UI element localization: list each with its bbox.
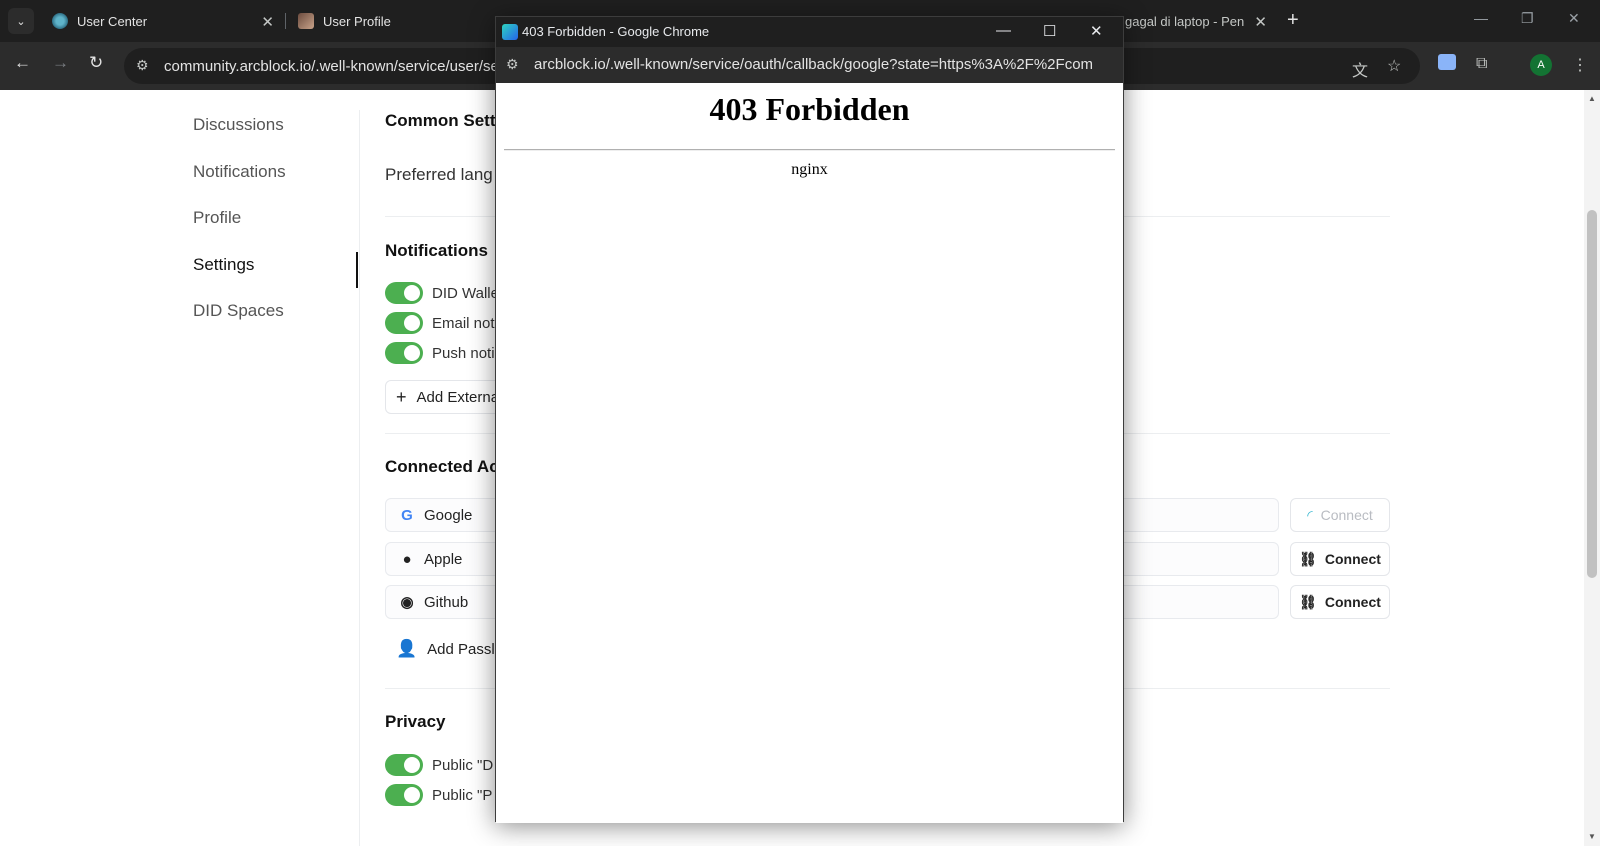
sidebar-item-notifications[interactable]: Notifications [193,162,286,182]
close-tab-icon[interactable]: ✕ [1254,13,1267,31]
reload-icon[interactable]: ↻ [89,53,103,73]
translate-icon[interactable]: 文 [1352,57,1368,81]
account-name: Github [424,593,469,611]
tab-title: User Profile [323,13,391,29]
forward-arrow-icon[interactable]: → [52,53,69,73]
site-info-icon[interactable]: ⚙ [506,56,519,73]
sidebar-item-profile[interactable]: Profile [193,208,241,228]
extensions-puzzle-icon[interactable]: ⧉ [1476,55,1487,73]
google-connect-button[interactable]: ◜ Connect [1290,498,1390,532]
tab-user-profile[interactable]: User Profile [298,6,488,36]
extension-icon[interactable] [1438,54,1456,70]
toggle-label: Email not [432,314,495,332]
sidebar-divider [359,110,360,846]
sidebar-item-discussions[interactable]: Discussions [193,115,284,135]
toggle-label: Public "P [432,786,493,804]
public-did-toggle-row[interactable]: Public "D [385,754,493,776]
tab-title: gagal di laptop - Pen [1125,13,1245,29]
preferred-language-label: Preferred lang [385,165,493,184]
popup-favicon-icon [502,24,518,40]
connect-label: Connect [1320,507,1373,523]
scrollbar-thumb[interactable] [1587,210,1597,578]
menu-kebab-icon[interactable]: ⋮ [1572,55,1588,75]
public-did-toggle[interactable] [385,754,423,776]
email-notification-toggle-row[interactable]: Email not [385,312,495,334]
popup-window-title: 403 Forbidden - Google Chrome [522,24,710,39]
did-wallet-toggle[interactable] [385,282,423,304]
connect-label: Connect [1324,594,1381,610]
plus-icon: + [396,386,407,407]
sidebar-item-settings[interactable]: Settings [193,255,254,275]
back-arrow-icon[interactable]: ← [14,53,31,73]
tab-gagal-laptop[interactable]: gagal di laptop - Pen ✕ [1125,6,1267,36]
github-connect-button[interactable]: ⛓ Connect [1290,585,1390,619]
connected-accounts-title: Connected Ac [385,457,499,476]
bookmark-star-icon[interactable]: ☆ [1387,56,1401,76]
user-key-icon: 👤 [396,639,418,658]
link-icon: ⛓ [1299,593,1317,610]
popup-close-icon[interactable]: ✕ [1090,22,1103,40]
toggle-label: Public "D [432,756,494,774]
push-notification-toggle-row[interactable]: Push noti [385,342,495,364]
site-info-icon[interactable]: ⚙ [136,57,149,74]
connect-label: Connect [1324,551,1381,567]
minimize-window-icon[interactable]: — [1474,10,1488,26]
close-tab-icon[interactable]: ✕ [261,13,274,31]
new-tab-button[interactable]: + [1287,9,1299,32]
tab-title: User Center [77,13,148,29]
github-icon: ◉ [400,594,414,611]
page-scrollbar[interactable]: ▲ ▼ [1584,90,1600,846]
apple-connect-button[interactable]: ⛓ Connect [1290,542,1390,576]
account-name: Apple [424,550,463,568]
privacy-title: Privacy [385,712,446,731]
popup-minimize-icon[interactable]: — [996,22,1011,39]
close-window-icon[interactable]: ✕ [1568,10,1580,27]
did-wallet-toggle-row[interactable]: DID Walle [385,282,499,304]
tab-user-center[interactable]: User Center ✕ [52,6,274,36]
error-heading: 403 Forbidden [709,91,910,127]
account-name: Google [424,506,473,524]
toggle-label: Push noti [432,344,495,362]
public-profile-toggle-row[interactable]: Public "P [385,784,492,806]
toggle-label: DID Walle [432,284,499,302]
profile-photo-favicon-icon [298,13,314,29]
apple-icon: ● [402,550,412,568]
active-indicator [356,252,358,288]
public-profile-toggle[interactable] [385,784,423,806]
error-divider [504,149,1115,151]
add-passkey-label: Add Passl [427,640,495,658]
server-name: nginx [791,161,828,178]
common-settings-title: Common Sett [385,111,496,130]
notifications-title: Notifications [385,241,488,260]
add-external-label: Add Externa [416,388,500,406]
popup-url[interactable]: arcblock.io/.well-known/service/oauth/ca… [534,56,1094,73]
restore-window-icon[interactable]: ❐ [1521,10,1534,27]
popup-title-bar[interactable]: 403 Forbidden - Google Chrome — ☐ ✕ [496,17,1123,47]
popup-content: 403 Forbidden nginx [496,83,1123,823]
tab-search-button[interactable]: ⌄ [8,8,34,34]
scroll-down-arrow-icon[interactable]: ▼ [1588,832,1596,841]
google-icon: G [401,506,413,524]
oauth-popup-window: 403 Forbidden - Google Chrome — ☐ ✕ ⚙ ar… [495,16,1124,823]
arcblock-favicon-icon [52,13,68,29]
profile-avatar[interactable]: A [1530,54,1552,76]
popup-maximize-icon[interactable]: ☐ [1043,22,1056,40]
sidebar-item-did-spaces[interactable]: DID Spaces [193,301,284,321]
link-icon: ⛓ [1299,550,1317,567]
address-url[interactable]: community.arcblock.io/.well-known/servic… [164,58,499,75]
scroll-up-arrow-icon[interactable]: ▲ [1588,94,1596,103]
popup-address-bar[interactable]: ⚙ arcblock.io/.well-known/service/oauth/… [496,47,1123,83]
push-notification-toggle[interactable] [385,342,423,364]
email-notification-toggle[interactable] [385,312,423,334]
loading-spinner-icon: ◜ [1307,506,1313,523]
tab-separator [285,13,286,29]
